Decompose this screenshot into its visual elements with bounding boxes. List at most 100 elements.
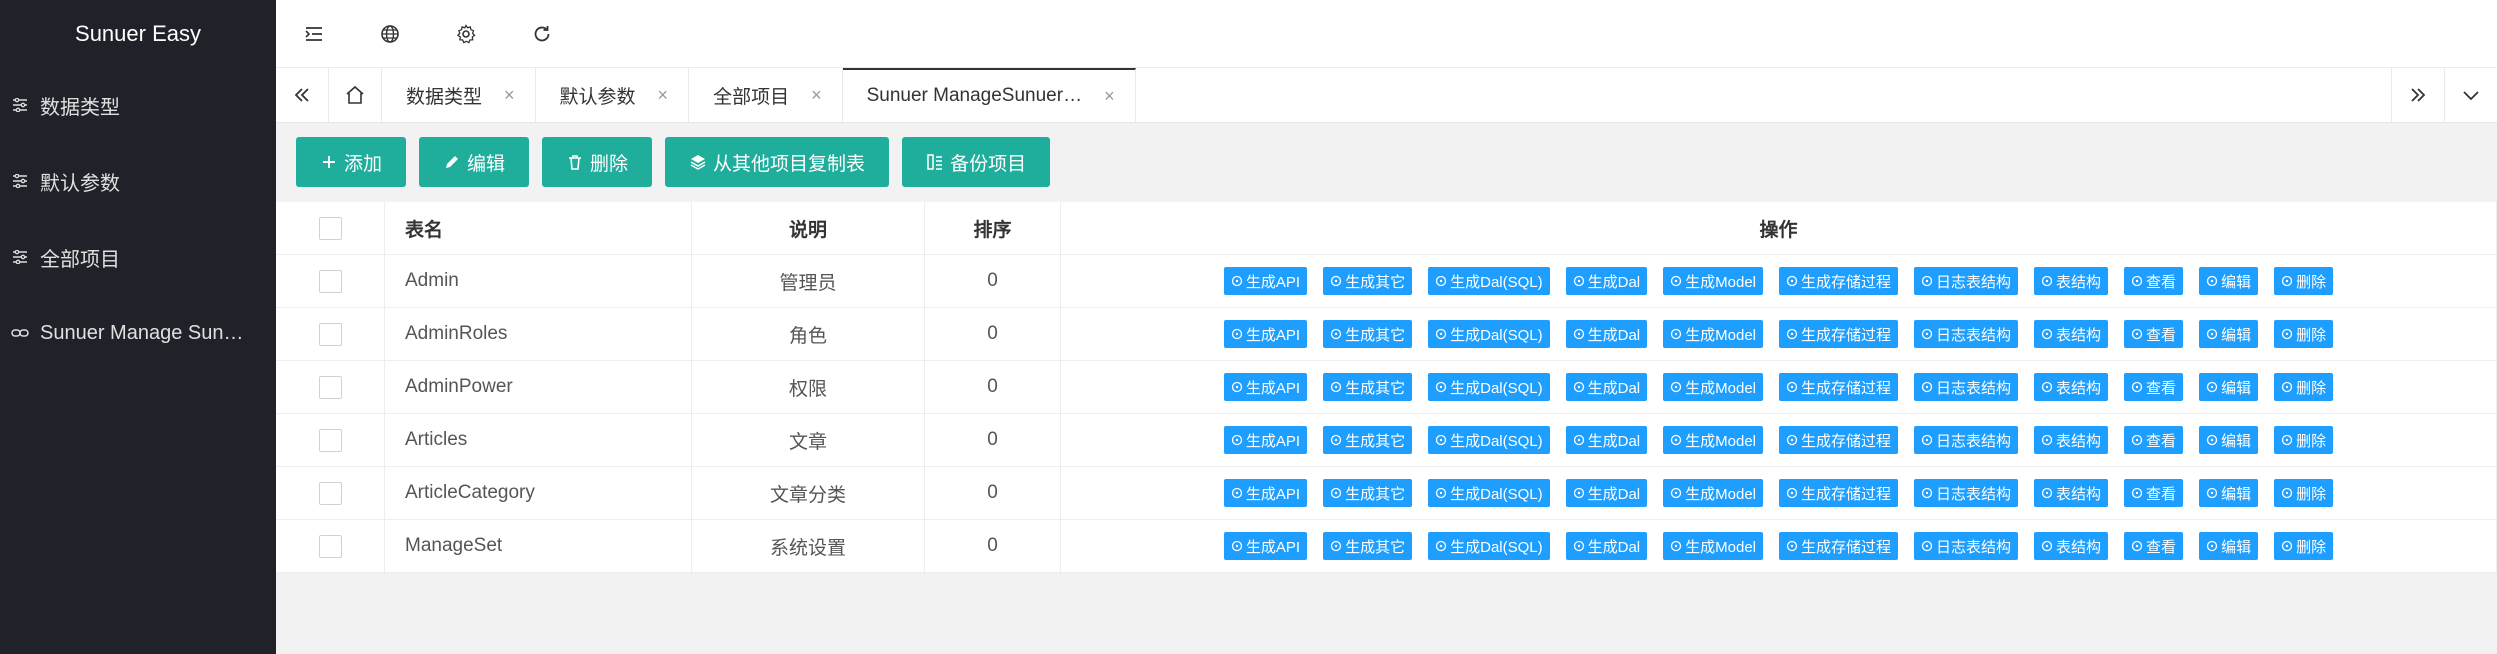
op-button-0[interactable]: 生成API bbox=[1223, 532, 1308, 560]
op-button-10[interactable]: 删除 bbox=[2274, 320, 2334, 348]
refresh-button[interactable] bbox=[504, 0, 580, 67]
op-button-5[interactable]: 生成存储过程 bbox=[1779, 426, 1899, 454]
sidebar-item-all-projects[interactable]: 全部项目 bbox=[0, 219, 276, 295]
sidebar-item-data-types[interactable]: 数据类型 bbox=[0, 67, 276, 143]
op-button-10[interactable]: 删除 bbox=[2274, 479, 2334, 507]
row-select-cell[interactable] bbox=[276, 413, 385, 467]
op-button-10[interactable]: 删除 bbox=[2274, 267, 2334, 295]
op-button-1[interactable]: 生成其它 bbox=[1323, 532, 1413, 560]
op-button-9[interactable]: 编辑 bbox=[2199, 532, 2259, 560]
sidebar-item-default-params[interactable]: 默认参数 bbox=[0, 143, 276, 219]
op-button-0[interactable]: 生成API bbox=[1223, 373, 1308, 401]
language-button[interactable] bbox=[352, 0, 428, 67]
op-button-3[interactable]: 生成Dal bbox=[1565, 426, 1648, 454]
op-button-4[interactable]: 生成Model bbox=[1663, 479, 1763, 507]
op-button-4[interactable]: 生成Model bbox=[1663, 320, 1763, 348]
op-button-5[interactable]: 生成存储过程 bbox=[1779, 320, 1899, 348]
op-button-6[interactable]: 日志表结构 bbox=[1914, 426, 2019, 454]
op-button-6[interactable]: 日志表结构 bbox=[1914, 373, 2019, 401]
op-button-3[interactable]: 生成Dal bbox=[1565, 373, 1648, 401]
op-button-4[interactable]: 生成Model bbox=[1663, 267, 1763, 295]
op-button-5[interactable]: 生成存储过程 bbox=[1779, 479, 1899, 507]
op-button-7[interactable]: 表结构 bbox=[2034, 267, 2109, 295]
op-button-10[interactable]: 删除 bbox=[2274, 532, 2334, 560]
op-button-5[interactable]: 生成存储过程 bbox=[1779, 373, 1899, 401]
copy-from-project-button[interactable]: 从其他项目复制表 bbox=[665, 137, 890, 187]
op-button-2[interactable]: 生成Dal(SQL) bbox=[1428, 426, 1550, 454]
op-button-7[interactable]: 表结构 bbox=[2034, 479, 2109, 507]
op-button-8[interactable]: 查看 bbox=[2124, 479, 2184, 507]
op-button-3[interactable]: 生成Dal bbox=[1565, 479, 1648, 507]
menu-fold-button[interactable] bbox=[276, 0, 352, 67]
op-button-5[interactable]: 生成存储过程 bbox=[1779, 532, 1899, 560]
op-button-10[interactable]: 删除 bbox=[2274, 373, 2334, 401]
delete-button[interactable]: 删除 bbox=[542, 137, 653, 187]
row-select-cell[interactable] bbox=[276, 254, 385, 308]
op-button-5[interactable]: 生成存储过程 bbox=[1779, 267, 1899, 295]
header-select-all[interactable] bbox=[276, 202, 385, 255]
op-button-0[interactable]: 生成API bbox=[1223, 426, 1308, 454]
op-button-2[interactable]: 生成Dal(SQL) bbox=[1428, 267, 1550, 295]
tabs-scroll-right-button[interactable] bbox=[2391, 68, 2444, 122]
op-button-6[interactable]: 日志表结构 bbox=[1914, 267, 2019, 295]
row-select-cell[interactable] bbox=[276, 519, 385, 573]
tab-close-icon[interactable]: × bbox=[811, 85, 822, 106]
op-button-2[interactable]: 生成Dal(SQL) bbox=[1428, 373, 1550, 401]
tab-default-params[interactable]: 默认参数 × bbox=[536, 68, 690, 122]
tab-close-icon[interactable]: × bbox=[1104, 86, 1115, 107]
op-button-8[interactable]: 查看 bbox=[2124, 426, 2184, 454]
checkbox[interactable] bbox=[318, 481, 342, 505]
op-button-3[interactable]: 生成Dal bbox=[1565, 320, 1648, 348]
op-button-7[interactable]: 表结构 bbox=[2034, 320, 2109, 348]
op-button-6[interactable]: 日志表结构 bbox=[1914, 320, 2019, 348]
tabs-menu-button[interactable] bbox=[2444, 68, 2497, 122]
op-button-4[interactable]: 生成Model bbox=[1663, 373, 1763, 401]
op-button-3[interactable]: 生成Dal bbox=[1565, 532, 1648, 560]
row-select-cell[interactable] bbox=[276, 360, 385, 414]
op-button-3[interactable]: 生成Dal bbox=[1565, 267, 1648, 295]
op-button-9[interactable]: 编辑 bbox=[2199, 320, 2259, 348]
op-button-8[interactable]: 查看 bbox=[2124, 373, 2184, 401]
edit-button[interactable]: 编辑 bbox=[419, 137, 530, 187]
checkbox[interactable] bbox=[318, 428, 342, 452]
op-button-8[interactable]: 查看 bbox=[2124, 320, 2184, 348]
checkbox[interactable] bbox=[318, 534, 342, 558]
row-select-cell[interactable] bbox=[276, 307, 385, 361]
op-button-6[interactable]: 日志表结构 bbox=[1914, 479, 2019, 507]
op-button-2[interactable]: 生成Dal(SQL) bbox=[1428, 532, 1550, 560]
op-button-10[interactable]: 删除 bbox=[2274, 426, 2334, 454]
op-button-0[interactable]: 生成API bbox=[1223, 479, 1308, 507]
op-button-8[interactable]: 查看 bbox=[2124, 532, 2184, 560]
checkbox[interactable] bbox=[318, 375, 342, 399]
op-button-2[interactable]: 生成Dal(SQL) bbox=[1428, 479, 1550, 507]
checkbox[interactable] bbox=[318, 269, 342, 293]
op-button-0[interactable]: 生成API bbox=[1223, 320, 1308, 348]
tab-home[interactable] bbox=[329, 68, 382, 122]
tab-close-icon[interactable]: × bbox=[504, 85, 515, 106]
op-button-6[interactable]: 日志表结构 bbox=[1914, 532, 2019, 560]
op-button-0[interactable]: 生成API bbox=[1223, 267, 1308, 295]
checkbox[interactable] bbox=[318, 322, 342, 346]
op-button-1[interactable]: 生成其它 bbox=[1323, 426, 1413, 454]
tab-project-active[interactable]: Sunuer ManageSunuer… × bbox=[842, 68, 1136, 122]
op-button-8[interactable]: 查看 bbox=[2124, 267, 2184, 295]
op-button-1[interactable]: 生成其它 bbox=[1323, 373, 1413, 401]
add-button[interactable]: 添加 bbox=[296, 137, 407, 187]
op-button-9[interactable]: 编辑 bbox=[2199, 479, 2259, 507]
op-button-2[interactable]: 生成Dal(SQL) bbox=[1428, 320, 1550, 348]
tab-all-projects[interactable]: 全部项目 × bbox=[689, 68, 843, 122]
backup-project-button[interactable]: 备份项目 bbox=[902, 137, 1051, 187]
row-select-cell[interactable] bbox=[276, 466, 385, 520]
op-button-7[interactable]: 表结构 bbox=[2034, 426, 2109, 454]
sidebar-item-project[interactable]: Sunuer Manage Sun… bbox=[0, 295, 276, 371]
op-button-9[interactable]: 编辑 bbox=[2199, 267, 2259, 295]
op-button-9[interactable]: 编辑 bbox=[2199, 426, 2259, 454]
op-button-9[interactable]: 编辑 bbox=[2199, 373, 2259, 401]
tab-data-types[interactable]: 数据类型 × bbox=[382, 68, 536, 122]
op-button-1[interactable]: 生成其它 bbox=[1323, 479, 1413, 507]
tab-close-icon[interactable]: × bbox=[658, 85, 669, 106]
op-button-4[interactable]: 生成Model bbox=[1663, 426, 1763, 454]
checkbox[interactable] bbox=[318, 216, 342, 240]
op-button-7[interactable]: 表结构 bbox=[2034, 532, 2109, 560]
op-button-1[interactable]: 生成其它 bbox=[1323, 267, 1413, 295]
